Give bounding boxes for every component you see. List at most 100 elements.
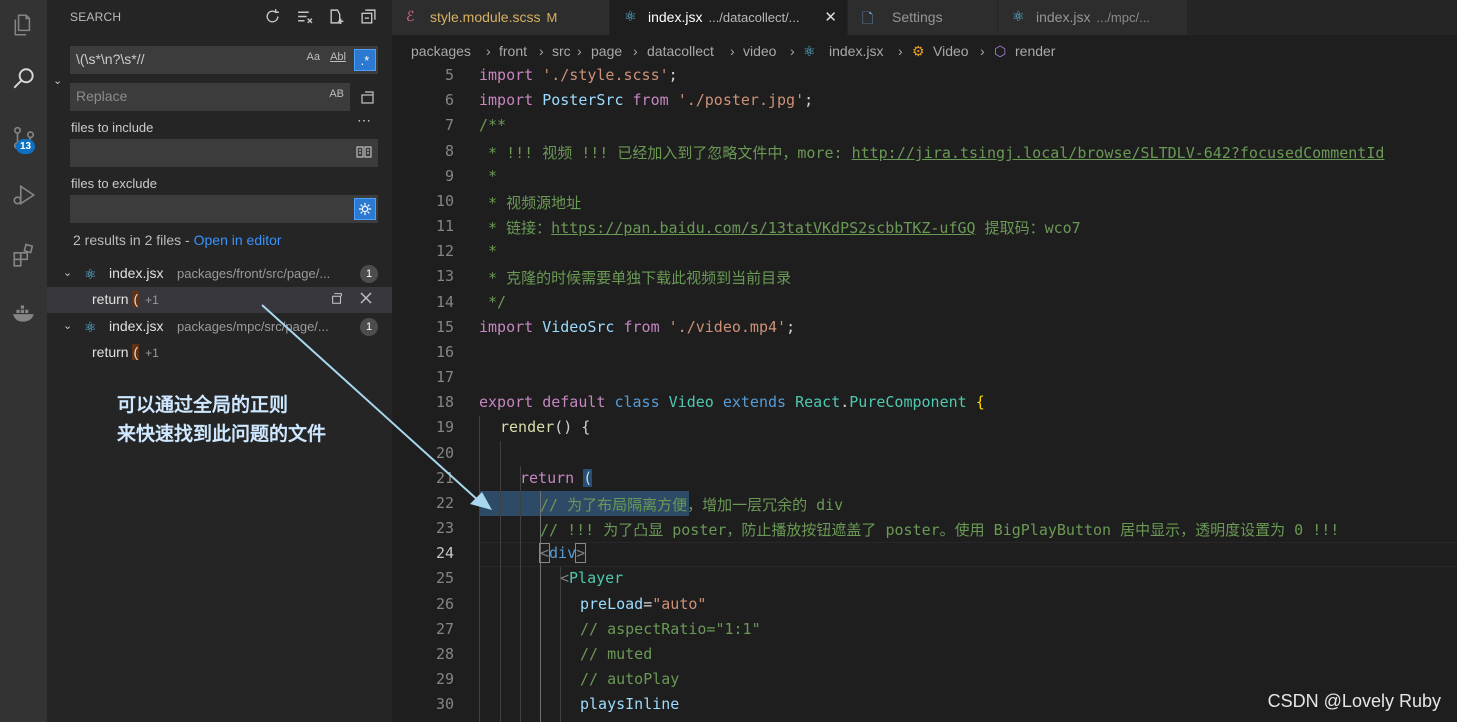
breadcrumb: packages › front › src › page › datacoll… — [392, 35, 1457, 67]
result-match-row[interactable]: return (+1 — [47, 340, 392, 366]
result-file-row[interactable]: ⌄ ⚛ index.jsx packages/mpc/src/page/... … — [47, 314, 392, 340]
preserve-case-icon[interactable]: AB — [329, 88, 344, 100]
tab-settings[interactable]: 🗋 Settings — [848, 0, 998, 35]
close-tab-icon[interactable]: ✕ — [824, 8, 837, 26]
regex-icon[interactable]: .* — [354, 49, 376, 71]
match-text: return (+1 — [92, 291, 159, 307]
code-line: import './style.scss'; — [479, 66, 678, 84]
activity-bar: 13 — [0, 0, 47, 722]
breadcrumb-item[interactable]: datacollect — [647, 43, 714, 59]
tab-style-module-scss[interactable]: ℰ style.module.scss M — [392, 0, 610, 35]
use-exclude-settings-icon[interactable] — [354, 198, 376, 220]
code-line: export default class Video extends React… — [479, 393, 985, 411]
search-query-text: \(\s*\n?\s*// — [76, 51, 145, 67]
line-number: 19 — [435, 418, 454, 436]
class-symbol-icon: ⚙ — [912, 43, 925, 59]
react-file-icon: ⚛ — [84, 266, 97, 282]
replace-match-icon[interactable] — [330, 291, 344, 308]
current-line-highlight — [479, 542, 1457, 567]
line-number: 7 — [444, 116, 454, 134]
breadcrumb-item[interactable]: video — [743, 43, 776, 59]
breadcrumb-item[interactable]: Video — [933, 43, 969, 59]
code-line: playsInline — [580, 695, 680, 713]
line-number: 12 — [435, 242, 454, 260]
line-number: 27 — [435, 620, 454, 638]
line-number: 13 — [435, 267, 454, 285]
refresh-icon[interactable] — [262, 6, 282, 26]
breadcrumb-item[interactable]: page — [591, 43, 622, 59]
result-match-row[interactable]: return (+1 — [47, 287, 392, 313]
open-editors-only-icon[interactable] — [356, 145, 372, 162]
line-number: 29 — [435, 670, 454, 688]
code-editor[interactable]: 5 6 7 8 9 10 11 12 13 14 15 16 17 18 19 … — [392, 64, 1457, 722]
files-to-exclude-label: files to exclude — [71, 176, 157, 191]
line-number: 8 — [444, 142, 454, 160]
line-number: 18 — [435, 393, 454, 411]
code-line: * — [479, 242, 498, 260]
result-file-row[interactable]: ⌄ ⚛ index.jsx packages/front/src/page/..… — [47, 261, 392, 287]
line-number: 25 — [435, 569, 454, 587]
source-control-icon[interactable]: 13 — [0, 115, 47, 161]
breadcrumb-item[interactable]: packages — [411, 43, 471, 59]
extensions-icon[interactable] — [0, 232, 47, 278]
replace-input[interactable]: Replace AB — [70, 83, 350, 111]
line-number: 22 — [435, 494, 454, 512]
code-line: // aspectRatio="1:1" — [580, 620, 761, 638]
tab-label: style.module.scss M — [430, 9, 558, 25]
explorer-icon[interactable] — [0, 2, 47, 48]
tab-index-jsx-mpc[interactable]: ⚛ index.jsx .../mpc/... — [998, 0, 1188, 35]
replace-all-icon[interactable] — [360, 89, 376, 108]
collapse-all-icon[interactable] — [358, 6, 378, 26]
docker-icon[interactable] — [0, 290, 47, 336]
open-in-editor-link[interactable]: Open in editor — [194, 232, 282, 248]
line-number: 6 — [444, 91, 454, 109]
line-number: 23 — [435, 519, 454, 537]
breadcrumb-item[interactable]: render — [1015, 43, 1055, 59]
results-summary-text: 2 results in 2 files - — [73, 232, 194, 248]
indent-guide — [520, 466, 521, 722]
chevron-right-icon: › — [539, 43, 544, 59]
code-line: * 视频源地址 — [479, 194, 582, 212]
line-number: 15 — [435, 318, 454, 336]
code-line: // autoPlay — [580, 670, 680, 688]
search-icon[interactable] — [0, 56, 47, 102]
clear-results-icon[interactable] — [294, 6, 314, 26]
match-more: +1 — [145, 293, 159, 307]
tab-index-jsx-datacollect[interactable]: ⚛ index.jsx .../datacollect/... ✕ — [610, 0, 848, 35]
chevron-down-icon[interactable]: ⌄ — [63, 319, 72, 332]
files-to-include-label: files to include — [71, 120, 154, 135]
match-case-icon[interactable]: Aa — [307, 51, 320, 63]
code-line: * 链接：https://pan.baidu.com/s/13tatVKdPS2… — [479, 219, 1081, 237]
breadcrumb-item[interactable]: index.jsx — [829, 43, 883, 59]
whole-word-icon[interactable]: Abl — [330, 51, 346, 63]
run-debug-icon[interactable] — [0, 172, 47, 218]
replace-placeholder: Replace — [76, 88, 128, 104]
toggle-replace-chevron-icon[interactable]: ⌄ — [53, 74, 62, 87]
code-line: // !!! 为了凸显 poster，防止播放按钮遮盖了 poster。使用 B… — [540, 521, 1340, 539]
indent-guide — [560, 567, 561, 722]
chevron-down-icon[interactable]: ⌄ — [63, 266, 72, 279]
line-number: 21 — [435, 469, 454, 487]
line-number: 24 — [435, 544, 454, 562]
breadcrumb-item[interactable]: front — [499, 43, 527, 59]
more-options-icon[interactable]: ⋯ — [357, 112, 371, 129]
annotation-line-1: 可以通过全局的正则 — [117, 395, 289, 416]
jira-link[interactable]: http://jira.tsingj.local/browse/SLTDLV-6… — [852, 144, 1385, 162]
files-to-exclude-input[interactable] — [70, 195, 378, 223]
react-file-icon: ⚛ — [84, 319, 97, 335]
code-line: preLoad="auto" — [580, 595, 707, 613]
breadcrumb-item[interactable]: src — [552, 43, 571, 59]
code-line: <Player — [560, 569, 624, 587]
chevron-right-icon: › — [790, 43, 795, 59]
sass-file-icon: ℰ — [406, 8, 415, 24]
files-to-include-input[interactable] — [70, 139, 378, 167]
new-search-editor-icon[interactable] — [326, 6, 346, 26]
code-line: import VideoSrc from './video.mp4'; — [479, 318, 796, 336]
chevron-right-icon: › — [577, 43, 582, 59]
search-input[interactable]: \(\s*\n?\s*// Aa Abl .* — [70, 46, 378, 74]
result-file-name: index.jsx — [109, 318, 164, 334]
dismiss-match-icon[interactable] — [360, 291, 372, 308]
line-number: 30 — [435, 695, 454, 713]
baidu-link[interactable]: https://pan.baidu.com/s/13tatVKdPS2scbbT… — [551, 219, 975, 237]
match-more: +1 — [145, 346, 159, 360]
